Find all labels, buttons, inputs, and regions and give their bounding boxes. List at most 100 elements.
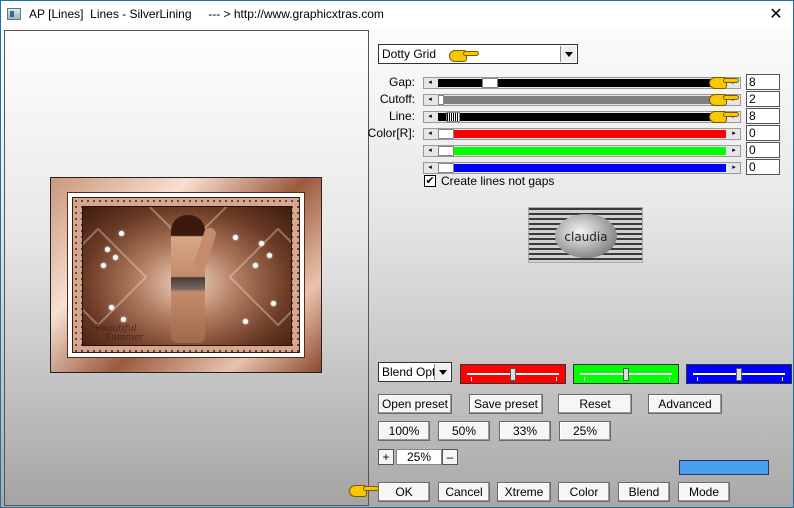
- thumbnail-logo-text: claudia: [564, 230, 608, 244]
- decor-bead: [253, 263, 258, 268]
- gap-slider-thumb[interactable]: [482, 78, 498, 88]
- cutoff-slider[interactable]: ◂ ▸: [423, 94, 741, 106]
- close-button[interactable]: ✕: [765, 4, 787, 24]
- gap-value-field[interactable]: 8: [746, 74, 780, 90]
- line-value-field[interactable]: 8: [746, 108, 780, 124]
- zoom-in-button[interactable]: +: [378, 449, 394, 465]
- color-b-slider-track: [454, 164, 726, 172]
- controls-panel: Dotty Grid Gap: ◂ ▸ 8 Cutoff: ◂ ▸ 2 Line…: [349, 30, 794, 508]
- slider-left-arrow-icon[interactable]: ◂: [424, 163, 436, 173]
- blue-blend-slider[interactable]: [686, 364, 792, 384]
- preview-image: Beautiful Summer: [50, 177, 322, 373]
- red-blend-knob[interactable]: [510, 368, 516, 381]
- blend-button[interactable]: Blend: [618, 482, 670, 502]
- decor-bead: [121, 317, 126, 322]
- create-lines-label: Create lines not gaps: [441, 174, 555, 188]
- blue-blend-knob[interactable]: [736, 368, 742, 381]
- zoom-33-button[interactable]: 33%: [499, 421, 551, 441]
- blend-options-value: Blend Optio: [382, 365, 436, 379]
- cutoff-slider-thumb[interactable]: [438, 95, 444, 105]
- woman-figure: [171, 215, 205, 343]
- slider-left-arrow-icon[interactable]: ◂: [424, 95, 436, 105]
- decor-bead: [105, 247, 110, 252]
- zoom-100-button[interactable]: 100%: [378, 421, 430, 441]
- cutoff-label: Cutoff:: [379, 92, 415, 106]
- preview-watermark: Beautiful Summer: [95, 324, 144, 343]
- color-r-slider[interactable]: ◂ ▸: [423, 128, 741, 140]
- reset-button[interactable]: Reset: [558, 394, 632, 414]
- preview-dotty-grid: Beautiful Summer: [72, 197, 300, 353]
- color-r-label: Color[R]:: [367, 126, 415, 140]
- pointing-hand-icon: [349, 482, 379, 498]
- slider-left-arrow-icon[interactable]: ◂: [424, 146, 436, 156]
- chevron-down-icon[interactable]: [434, 364, 450, 380]
- title-bar[interactable]: AP [Lines] Lines - SilverLining --- > ht…: [1, 1, 793, 29]
- color-g-slider-thumb[interactable]: [438, 146, 454, 156]
- mode-button[interactable]: Mode: [678, 482, 730, 502]
- decor-bead: [109, 305, 114, 310]
- gap-label: Gap:: [388, 75, 415, 89]
- blend-options-dropdown[interactable]: Blend Optio: [378, 362, 452, 382]
- decor-bead: [113, 255, 118, 260]
- decor-bead: [233, 235, 238, 240]
- color-button[interactable]: Color: [558, 482, 610, 502]
- decor-bead: [101, 263, 106, 268]
- color-r-slider-track: [454, 130, 726, 138]
- line-slider[interactable]: ◂ ▸: [423, 111, 741, 123]
- preview-pane[interactable]: Beautiful Summer: [4, 30, 369, 506]
- decor-bead: [119, 231, 124, 236]
- zoom-25-button[interactable]: 25%: [559, 421, 611, 441]
- pointing-hand-icon: [449, 47, 479, 63]
- color-r-value-field[interactable]: 0: [746, 125, 780, 141]
- line-label: Line:: [388, 109, 415, 123]
- color-g-slider[interactable]: ◂ ▸: [423, 145, 741, 157]
- save-preset-button[interactable]: Save preset: [469, 394, 543, 414]
- cancel-button[interactable]: Cancel: [438, 482, 490, 502]
- color-r-slider-thumb[interactable]: [438, 129, 454, 139]
- ok-button[interactable]: OK: [378, 482, 430, 502]
- decor-bead: [243, 319, 248, 324]
- pattern-dropdown-value: Dotty Grid: [382, 47, 437, 61]
- color-b-slider-thumb[interactable]: [438, 163, 454, 173]
- decor-bead: [271, 301, 276, 306]
- pointing-hand-icon: [709, 91, 739, 107]
- preview-white-border: Beautiful Summer: [67, 192, 305, 358]
- color-b-slider[interactable]: ◂ ▸: [423, 162, 741, 174]
- green-blend-knob[interactable]: [623, 368, 629, 381]
- slider-left-arrow-icon[interactable]: ◂: [424, 129, 436, 139]
- app-icon: [7, 8, 21, 20]
- color-g-value-field[interactable]: 0: [746, 142, 780, 158]
- chevron-down-icon[interactable]: [560, 46, 576, 62]
- slider-right-arrow-icon[interactable]: ▸: [728, 129, 740, 139]
- decor-bead: [267, 253, 272, 258]
- preview-photo: Beautiful Summer: [82, 206, 292, 346]
- cutoff-slider-track: [438, 96, 726, 104]
- thumbnail-logo: claudia: [555, 214, 617, 258]
- open-preset-button[interactable]: Open preset: [378, 394, 452, 414]
- line-slider-thumb[interactable]: [446, 112, 460, 122]
- slider-left-arrow-icon[interactable]: ◂: [424, 112, 436, 122]
- advanced-button[interactable]: Advanced: [648, 394, 722, 414]
- green-blend-slider[interactable]: [573, 364, 679, 384]
- color-b-value-field[interactable]: 0: [746, 159, 780, 175]
- slider-right-arrow-icon[interactable]: ▸: [728, 146, 740, 156]
- slider-left-arrow-icon[interactable]: ◂: [424, 78, 436, 88]
- cutoff-value-field[interactable]: 2: [746, 91, 780, 107]
- zoom-out-button[interactable]: –: [442, 449, 458, 465]
- pointing-hand-icon: [709, 74, 739, 90]
- line-slider-track: [438, 113, 726, 121]
- decor-diamond-left: [83, 227, 148, 327]
- slider-right-arrow-icon[interactable]: ▸: [728, 163, 740, 173]
- color-swatch[interactable]: [679, 460, 769, 475]
- pointing-hand-icon: [709, 108, 739, 124]
- create-lines-checkbox[interactable]: ✔: [424, 175, 436, 187]
- window-title: AP [Lines] Lines - SilverLining --- > ht…: [29, 7, 384, 21]
- zoom-level-field[interactable]: 25%: [396, 449, 442, 465]
- gap-slider[interactable]: ◂ ▸: [423, 77, 741, 89]
- red-blend-slider[interactable]: [460, 364, 566, 384]
- effect-thumbnail: claudia: [528, 207, 643, 263]
- xtreme-button[interactable]: Xtreme: [497, 482, 551, 502]
- decor-bead: [259, 241, 264, 246]
- zoom-50-button[interactable]: 50%: [438, 421, 490, 441]
- color-g-slider-track: [454, 147, 726, 155]
